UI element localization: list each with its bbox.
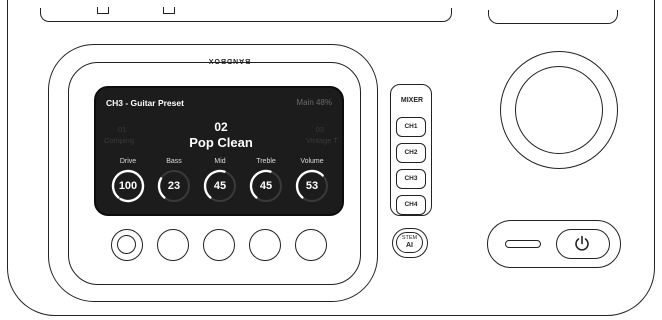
knob-label: Mid (214, 158, 226, 165)
stem-ai-button[interactable]: STEM AI (392, 228, 428, 258)
knob-value: 45 (259, 180, 273, 192)
next-preset-number[interactable]: 03 (316, 125, 324, 134)
main-level: Main 48% (296, 98, 332, 107)
hw-knob-5[interactable] (295, 229, 327, 261)
ch2-button[interactable]: CH2 (396, 143, 426, 163)
ch3-button[interactable]: CH3 (396, 169, 426, 189)
ch4-button[interactable]: CH4 (396, 195, 426, 215)
hw-knob-4[interactable] (249, 229, 281, 261)
knob-value: 100 (118, 180, 138, 192)
hw-knob-2[interactable] (157, 229, 189, 261)
power-button[interactable] (556, 229, 610, 259)
hw-knob-3[interactable] (203, 229, 235, 261)
top-slot-right (488, 10, 618, 24)
current-preset-number: 02 (214, 120, 228, 134)
screen-title: CH3 - Guitar Preset (106, 98, 184, 108)
ch1-button[interactable]: CH1 (396, 117, 426, 137)
screen-knob-volume[interactable]: Volume 53 (292, 158, 332, 203)
ai-label: AI (406, 242, 413, 249)
knob-label: Drive (119, 158, 137, 165)
mixer-label: MIXER (400, 97, 424, 104)
knob-value: 53 (305, 180, 319, 192)
screen-knob-treble[interactable]: Treble 45 (246, 158, 286, 203)
knob-label: Bass (166, 158, 182, 165)
screen-knob-mid[interactable]: Mid 45 (200, 158, 240, 203)
next-preset-name[interactable]: Vintage T (306, 136, 338, 145)
top-slot-left (40, 7, 452, 22)
mixer-panel: MIXER CH1 CH2 CH3 CH4 (390, 84, 432, 216)
brand-logo: BANDBOX (207, 57, 251, 64)
knob-label: Treble (256, 158, 276, 165)
knob-value: 23 (167, 180, 181, 192)
knob-label: Volume (300, 158, 324, 165)
knob-value: 45 (213, 180, 227, 192)
hw-knob-1[interactable] (111, 229, 143, 261)
card-slot (505, 240, 541, 248)
display-screen: CH3 - Guitar Preset Main 48% 01 Comping … (94, 86, 344, 216)
screen-knob-bass[interactable]: Bass 23 (154, 158, 194, 203)
screen-knob-drive[interactable]: Drive 100 (108, 158, 148, 203)
stem-label: STEM (401, 235, 418, 241)
jog-dial[interactable] (515, 66, 603, 154)
power-icon (575, 236, 590, 251)
